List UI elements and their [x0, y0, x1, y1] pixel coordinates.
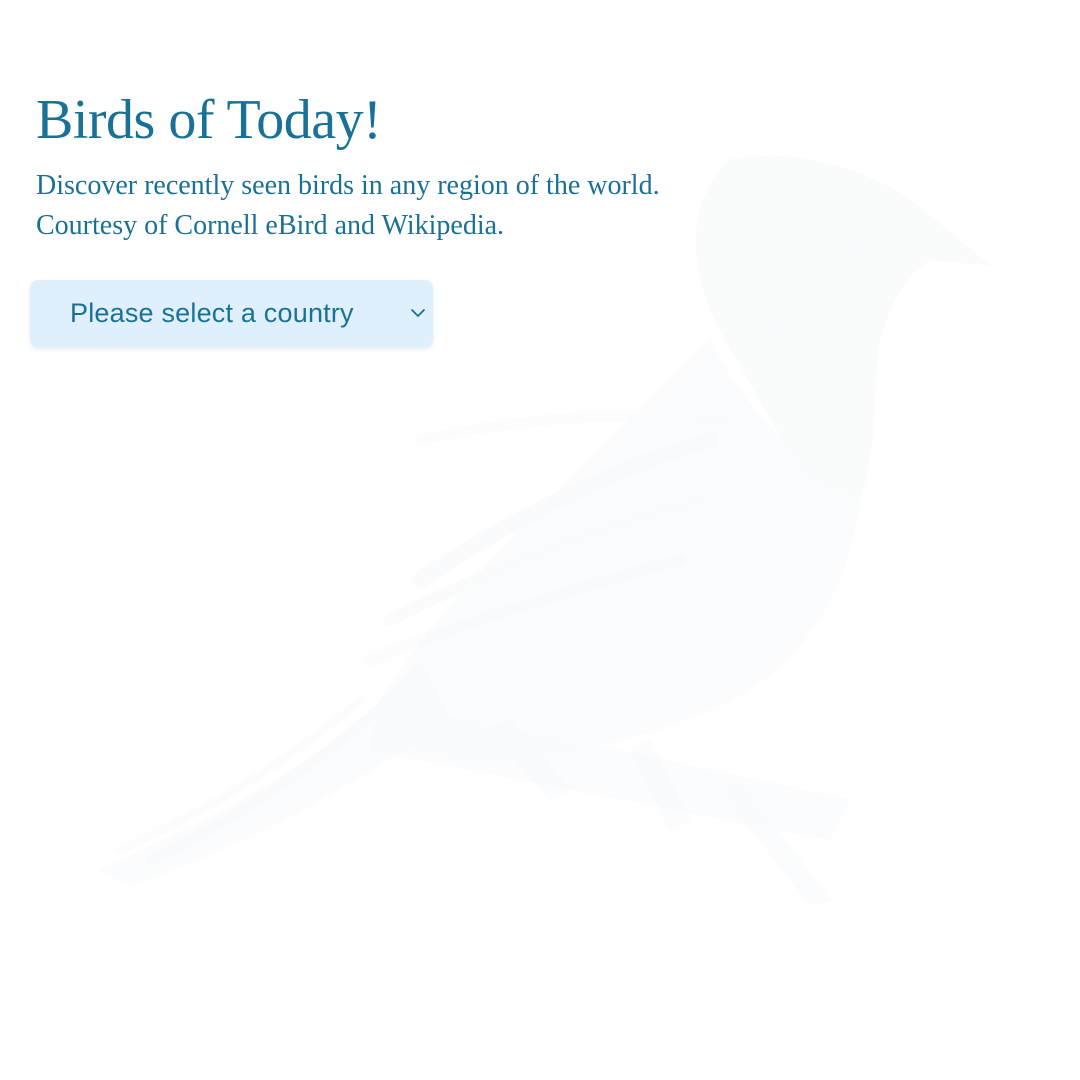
chevron-down-icon-path: [411, 309, 425, 317]
chevron-down-icon: [411, 309, 425, 317]
bird-illustration-shapes: [99, 155, 991, 906]
page-title: Birds of Today!: [36, 89, 382, 151]
country-select[interactable]: Please select a country: [30, 280, 433, 347]
bird-illustration: [99, 155, 991, 906]
page-subtitle: Discover recently seen birds in any regi…: [36, 166, 796, 246]
page-header: Birds of Today! Discover recently seen b…: [36, 88, 796, 246]
subtitle-line-2: Courtesy of Cornell eBird and Wikipedia.: [36, 210, 505, 241]
country-select-placeholder: Please select a country: [70, 298, 354, 328]
subtitle-line-1: Discover recently seen birds in any regi…: [36, 170, 660, 201]
